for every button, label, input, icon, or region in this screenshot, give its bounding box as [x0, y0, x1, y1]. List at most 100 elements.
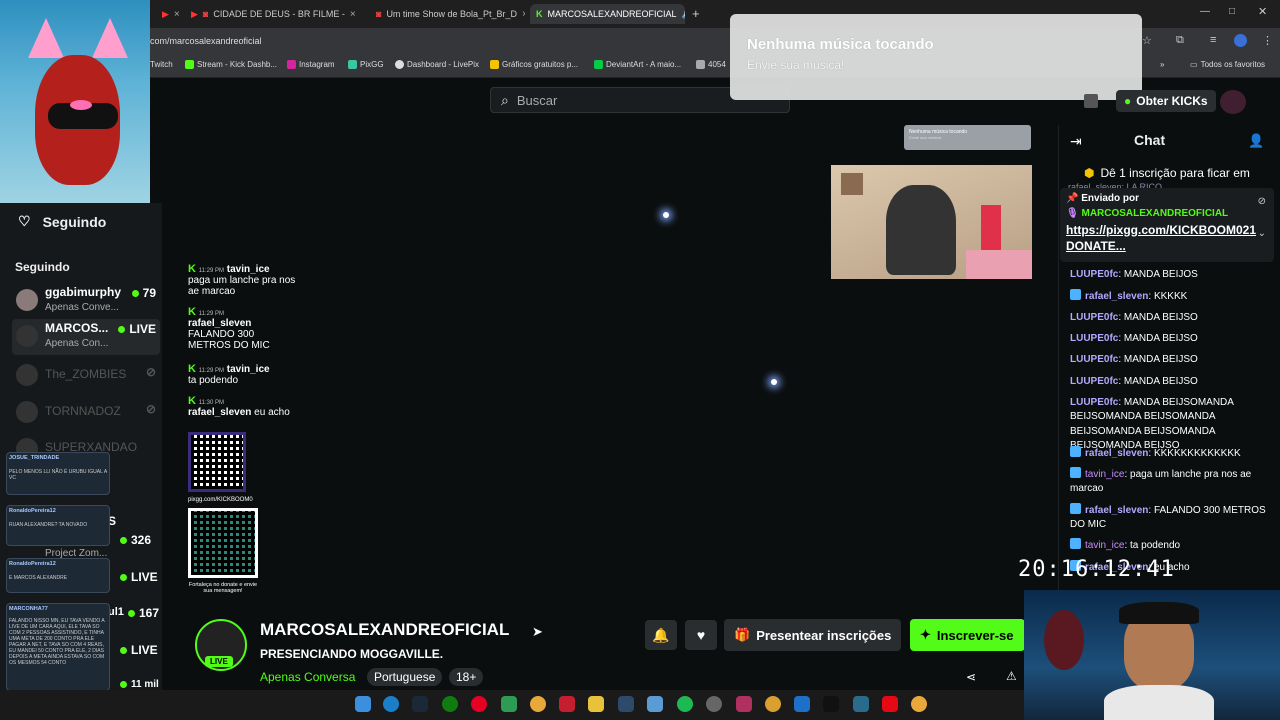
- steam-icon[interactable]: [412, 696, 428, 712]
- bookmark-star-icon[interactable]: ☆: [1142, 34, 1152, 47]
- bookmark-instagram[interactable]: Instagram: [287, 60, 335, 69]
- spotify-icon[interactable]: [677, 696, 693, 712]
- user-avatar[interactable]: [1220, 90, 1246, 114]
- sidebar-channel-marcos[interactable]: MARCOS... Apenas Con... LIVE: [12, 319, 160, 355]
- live-dot-icon: [118, 326, 126, 333]
- notepad-icon[interactable]: [647, 696, 663, 712]
- tab-label: CIDADE DE DEUS - BR FILME -: [213, 9, 345, 19]
- get-kicks-button[interactable]: ● Obter KICKs: [1116, 90, 1216, 112]
- window-max-icon[interactable]: □: [1229, 6, 1235, 17]
- bookmark-graficos[interactable]: Gráficos gratuitos p...: [490, 60, 578, 69]
- sidebar-channel-ggabimurphy[interactable]: ggabimurphy Apenas Conve... 79: [12, 283, 160, 319]
- window-close-icon[interactable]: ✕: [1258, 5, 1267, 18]
- profile-avatar[interactable]: [1234, 34, 1247, 47]
- chat-username[interactable]: LUUPE0fc: [1070, 333, 1118, 344]
- msg-text: eu acho: [254, 407, 290, 418]
- msg-text: FALANDO 300 METROS DO MIC: [188, 329, 270, 351]
- netflix-icon[interactable]: [882, 696, 898, 712]
- terminal-icon[interactable]: [618, 696, 634, 712]
- bookmark-all[interactable]: ▭ Todos os favoritos: [1190, 60, 1265, 69]
- close-icon[interactable]: ×: [522, 9, 525, 20]
- chat-username[interactable]: LUUPE0fc: [1070, 397, 1118, 408]
- bookmark-twitch[interactable]: Twitch: [150, 60, 173, 69]
- gift-subs-button[interactable]: 🎁 Presentear inscrições: [724, 619, 902, 651]
- msg-text: ta podendo: [188, 375, 239, 386]
- share-icon[interactable]: ⋖: [966, 670, 976, 684]
- app-icon[interactable]: [736, 696, 752, 712]
- bookmark-4054[interactable]: 4054: [696, 60, 726, 69]
- viewer-value: 79: [142, 286, 156, 300]
- media-icon[interactable]: ≡: [1210, 34, 1216, 46]
- chat-username[interactable]: rafael_sleven: [1085, 448, 1148, 459]
- chat-username[interactable]: LUUPE0fc: [1070, 354, 1118, 365]
- url-field[interactable]: com/marcosalexandreoficial: [150, 36, 262, 46]
- chat-username[interactable]: LUUPE0fc: [1070, 376, 1118, 387]
- chat-username[interactable]: tavin_ice: [1085, 540, 1124, 551]
- pinned-link[interactable]: https://pixgg.com/KICKBOOM021 DONATE...: [1066, 222, 1268, 254]
- notifications-button[interactable]: 🔔: [645, 620, 677, 650]
- close-icon[interactable]: ×: [350, 9, 356, 20]
- chevron-down-icon[interactable]: ⌄: [1258, 228, 1266, 239]
- streamer-name[interactable]: MARCOSALEXANDREOFICIAL: [260, 620, 509, 640]
- tab-cidade-de-deus[interactable]: ▶ ◙ CIDADE DE DEUS - BR FILME - ×: [185, 4, 365, 24]
- sidebar-following-toggle[interactable]: ♡ Seguindo: [18, 213, 106, 230]
- sidebar-channel-tornnadoz[interactable]: TORNNADOZ ⊘: [12, 399, 160, 435]
- cat-nose: [70, 100, 92, 110]
- stream-category[interactable]: Apenas Conversa: [260, 670, 355, 684]
- tiktok-icon[interactable]: [823, 696, 839, 712]
- windows-start-icon[interactable]: [355, 696, 371, 712]
- channel-name-partial: ul1: [108, 606, 124, 618]
- settings-icon[interactable]: [706, 696, 722, 712]
- pinned-message[interactable]: 📌 Enviado por 🎙 MARCOSALEXANDREOFICIAL h…: [1060, 188, 1274, 262]
- shirt: [1104, 685, 1214, 720]
- speaker-icon[interactable]: 🔈: [682, 9, 685, 20]
- mini-toast-subtitle: Envie sua música!: [909, 135, 942, 140]
- tag-mature[interactable]: 18+: [449, 668, 484, 686]
- app-icon[interactable]: [501, 696, 517, 712]
- collapse-chat-icon[interactable]: ⇥: [1070, 133, 1082, 150]
- follow-button[interactable]: ♥: [685, 620, 717, 650]
- bookmark-kick-dashboard[interactable]: Stream - Kick Dashb...: [185, 60, 277, 69]
- window-min-icon[interactable]: —: [1200, 6, 1210, 17]
- bookmark-deviantart[interactable]: DeviantArt - A maio...: [594, 60, 681, 69]
- sidebar-channel-thezombies[interactable]: The_ZOMBIES ⊘: [12, 362, 160, 398]
- close-icon[interactable]: ×: [174, 9, 180, 20]
- extensions-icon[interactable]: ⧉: [1176, 34, 1184, 47]
- bookmark-livepix[interactable]: Dashboard - LivePix: [395, 60, 479, 69]
- chrome-icon[interactable]: [765, 696, 781, 712]
- sidebar-channel-superxandao[interactable]: SUPERXANDAO: [12, 436, 160, 452]
- tab-kick-active[interactable]: KMARCOSALEXANDREOFICIAL🔈×: [530, 4, 685, 24]
- chat-message: LUUPE0fc: MANDA BEIJSO: [1070, 354, 1198, 365]
- tag-language[interactable]: Portuguese: [367, 668, 443, 686]
- chat-username[interactable]: LUUPE0fc: [1070, 312, 1118, 323]
- kicks-coin-icon: ●: [1124, 94, 1132, 108]
- chair: [981, 205, 1001, 255]
- chat-username[interactable]: rafael_sleven: [1085, 505, 1148, 516]
- new-tab-button[interactable]: +: [692, 6, 700, 21]
- edge-icon[interactable]: [383, 696, 399, 712]
- warning-icon[interactable]: ⚠: [1006, 669, 1017, 683]
- app-icon[interactable]: [853, 696, 869, 712]
- store-icon[interactable]: [1084, 94, 1098, 108]
- chrome-icon[interactable]: [911, 696, 927, 712]
- folder-icon[interactable]: [588, 696, 604, 712]
- mail-icon[interactable]: [794, 696, 810, 712]
- chat-username[interactable]: tavin_ice: [1085, 469, 1124, 480]
- pinterest-icon[interactable]: [471, 696, 487, 712]
- xbox-icon[interactable]: [442, 696, 458, 712]
- users-icon[interactable]: 👤: [1248, 133, 1264, 149]
- chat-username[interactable]: LUUPE0fc: [1070, 269, 1118, 280]
- chat-username[interactable]: rafael_sleven: [1085, 291, 1148, 302]
- chrome-icon[interactable]: [530, 696, 546, 712]
- wall-picture: [841, 173, 863, 195]
- acrobat-icon[interactable]: [559, 696, 575, 712]
- tab-um-time[interactable]: ◙ Um time Show de Bola_Pt_Br_D ×: [370, 4, 525, 24]
- unpin-icon[interactable]: ⊘: [1258, 196, 1266, 207]
- sub-badge-icon: [1070, 446, 1081, 457]
- msg-text: paga um lanche pra nos ae marcao: [188, 275, 296, 297]
- menu-kebab-icon[interactable]: ⋮: [1262, 34, 1273, 47]
- bookmarks-overflow-icon[interactable]: »: [1160, 60, 1164, 69]
- mouse-cursor-icon: ➤: [532, 624, 543, 639]
- bookmark-pixgg[interactable]: PixGG: [348, 60, 384, 69]
- subscribe-button[interactable]: ✦ Inscrever-se: [910, 619, 1025, 651]
